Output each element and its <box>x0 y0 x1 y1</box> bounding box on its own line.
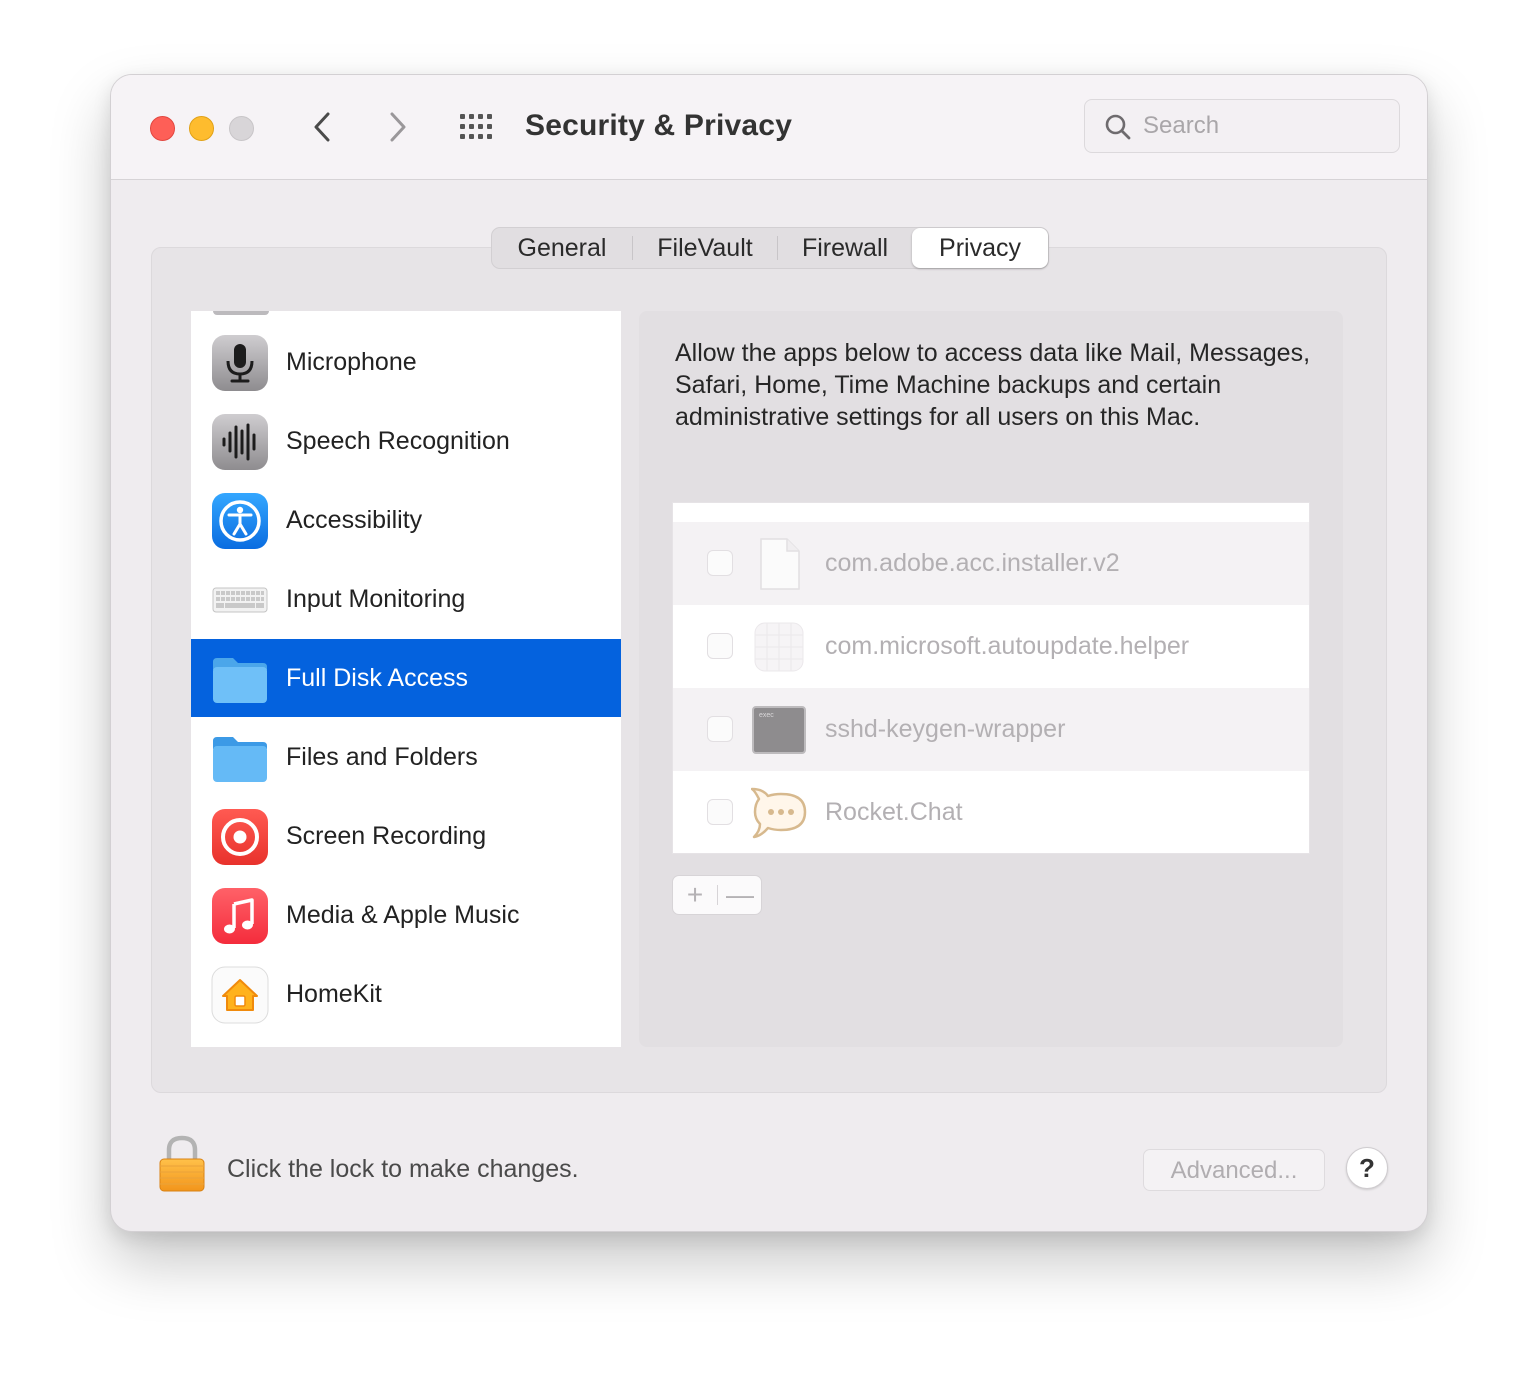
app-name: Rocket.Chat <box>825 798 963 826</box>
chat-bubble-icon <box>751 787 807 839</box>
home-icon <box>211 966 269 1024</box>
category-label: Media & Apple Music <box>286 901 520 929</box>
svg-text:exec: exec <box>759 712 774 719</box>
security-privacy-window: Security & Privacy General FileVault Fir… <box>110 74 1428 1232</box>
app-checkbox[interactable] <box>707 799 733 825</box>
category-screen-recording[interactable]: Screen Recording <box>191 797 621 875</box>
tab-bar: General FileVault Firewall Privacy <box>491 227 1049 269</box>
category-full-disk-access[interactable]: Full Disk Access <box>191 639 621 717</box>
app-list[interactable]: com.adobe.acc.installer.v2 com.microsoft… <box>672 502 1310 854</box>
partially-hidden-item <box>213 311 269 315</box>
category-homekit[interactable]: HomeKit <box>191 955 621 1033</box>
app-row-sshd-keygen-wrapper[interactable]: exec sshd-keygen-wrapper <box>673 688 1309 771</box>
tab-privacy[interactable]: Privacy <box>912 228 1048 268</box>
lock-icon[interactable] <box>157 1135 207 1193</box>
lock-status-text: Click the lock to make changes. <box>227 1155 579 1183</box>
app-name: sshd-keygen-wrapper <box>825 715 1066 743</box>
terminal-exec-icon: exec <box>752 706 806 754</box>
chevron-right-icon <box>390 112 406 142</box>
minimize-button[interactable] <box>189 116 214 141</box>
category-label: Full Disk Access <box>286 664 468 692</box>
search-field[interactable] <box>1084 99 1400 153</box>
category-accessibility[interactable]: Accessibility <box>191 481 621 559</box>
chevron-left-icon <box>314 112 330 142</box>
app-row-microsoft-autoupdate[interactable]: com.microsoft.autoupdate.helper <box>673 605 1309 688</box>
category-label: HomeKit <box>286 980 382 1008</box>
app-grid-icon <box>754 622 804 672</box>
accessibility-icon <box>212 493 268 549</box>
grid-icon <box>460 114 492 139</box>
privacy-description: Allow the apps below to access data like… <box>675 339 1311 431</box>
remove-app-button[interactable]: — <box>718 876 762 914</box>
app-checkbox[interactable] <box>707 716 733 742</box>
app-checkbox[interactable] <box>707 550 733 576</box>
category-label: Accessibility <box>286 506 423 534</box>
screen-recording-icon <box>212 809 268 865</box>
category-input-monitoring[interactable]: Input Monitoring <box>191 560 621 638</box>
title-bar: Security & Privacy <box>111 75 1427 180</box>
category-label: Files and Folders <box>286 743 478 771</box>
help-button[interactable]: ? <box>1346 1147 1388 1189</box>
back-button[interactable] <box>303 107 343 147</box>
category-media-apple-music[interactable]: Media & Apple Music <box>191 876 621 954</box>
waveform-icon <box>212 414 268 470</box>
advanced-button[interactable]: Advanced... <box>1143 1149 1325 1191</box>
add-remove-control: + — <box>672 875 762 915</box>
folder-icon <box>213 737 267 782</box>
category-label: Input Monitoring <box>286 585 466 613</box>
add-app-button[interactable]: + <box>673 876 717 914</box>
category-label: Screen Recording <box>286 822 487 850</box>
search-input[interactable] <box>1143 108 1383 144</box>
document-icon <box>760 538 800 590</box>
search-icon <box>1105 114 1131 140</box>
zoom-button[interactable] <box>229 116 254 141</box>
category-label: Microphone <box>286 348 417 376</box>
app-name: com.adobe.acc.installer.v2 <box>825 549 1120 577</box>
forward-button[interactable] <box>377 107 417 147</box>
category-files-and-folders[interactable]: Files and Folders <box>191 718 621 796</box>
folder-icon <box>213 658 267 703</box>
window-title: Security & Privacy <box>525 109 793 142</box>
app-row-adobe[interactable]: com.adobe.acc.installer.v2 <box>673 522 1309 605</box>
keyboard-icon <box>212 587 268 613</box>
tab-general[interactable]: General <box>492 228 632 268</box>
category-speech-recognition[interactable]: Speech Recognition <box>191 402 621 480</box>
app-name: com.microsoft.autoupdate.helper <box>825 632 1190 660</box>
app-checkbox[interactable] <box>707 633 733 659</box>
music-note-icon <box>212 888 268 944</box>
privacy-category-list[interactable]: Microphone Speech Recognition Accessibil… <box>191 311 621 1047</box>
detail-panel: Allow the apps below to access data like… <box>639 311 1343 1047</box>
tab-filevault[interactable]: FileVault <box>633 228 777 268</box>
app-row-rocket-chat[interactable]: Rocket.Chat <box>673 771 1309 853</box>
category-label: Speech Recognition <box>286 427 510 455</box>
show-all-button[interactable] <box>457 111 497 143</box>
category-microphone[interactable]: Microphone <box>191 323 621 401</box>
close-button[interactable] <box>150 116 175 141</box>
microphone-icon <box>212 335 268 391</box>
tab-firewall[interactable]: Firewall <box>778 228 912 268</box>
